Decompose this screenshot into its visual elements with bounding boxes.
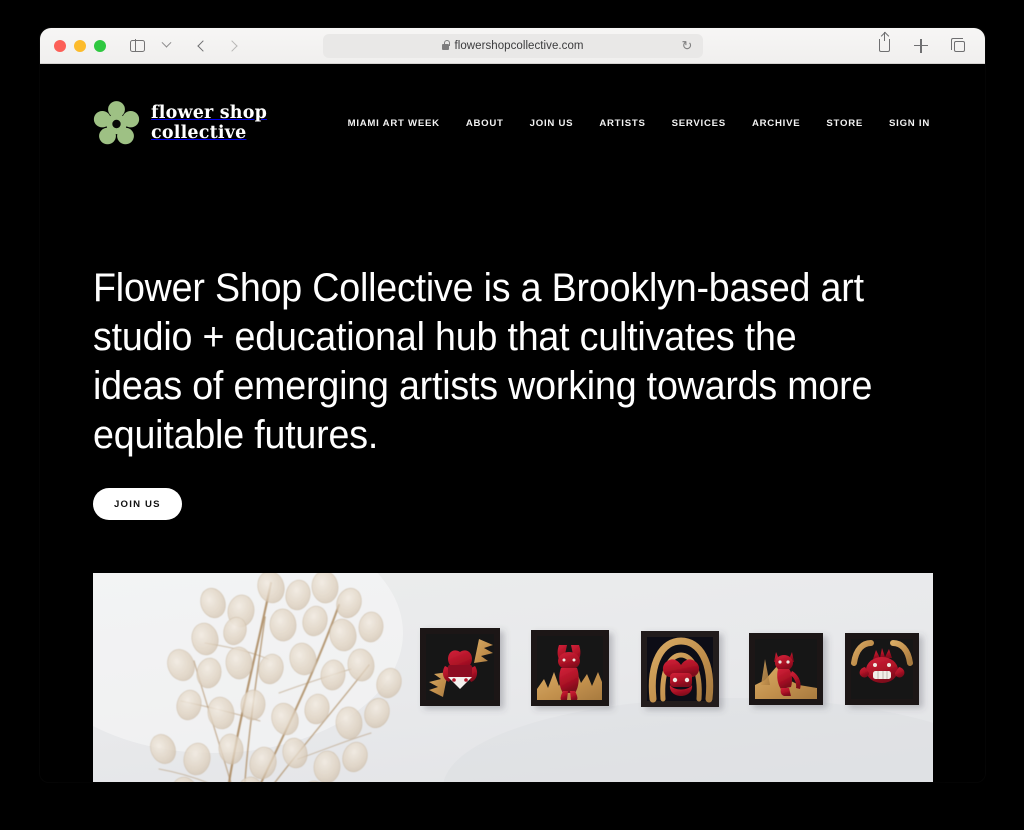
nav-item-miami-art-week[interactable]: MIAMI ART WEEK (348, 118, 440, 129)
back-button[interactable] (190, 34, 216, 58)
artwork-2 (531, 630, 609, 706)
logo-line-2: collective (151, 123, 247, 143)
forward-button[interactable] (219, 34, 245, 58)
new-tab-button[interactable] (908, 34, 934, 58)
browser-window: flowershopcollective.com ↻ flower shop c… (40, 28, 985, 782)
hero-image (93, 573, 933, 782)
minimize-window-button[interactable] (74, 39, 86, 52)
logo-line-1: flower shop (151, 102, 268, 123)
lock-icon (442, 40, 451, 50)
artwork-3 (641, 631, 719, 707)
join-us-button[interactable]: JOIN US (93, 488, 182, 520)
share-button[interactable] (871, 32, 897, 58)
close-window-button[interactable] (54, 39, 66, 52)
browser-toolbar: flowershopcollective.com ↻ (40, 28, 985, 64)
nav-item-sign-in[interactable]: SIGN IN (889, 118, 930, 129)
nav-item-store[interactable]: STORE (826, 118, 863, 129)
nav-item-about[interactable]: ABOUT (466, 118, 504, 129)
gallery-wall-illustration (93, 573, 933, 782)
chevron-left-icon (197, 39, 209, 52)
main-navigation: MIAMI ART WEEK ABOUT JOIN US ARTISTS SER… (348, 118, 930, 129)
share-icon (878, 32, 890, 52)
nav-item-artists[interactable]: ARTISTS (599, 118, 645, 129)
maximize-window-button[interactable] (94, 39, 106, 52)
address-bar[interactable]: flowershopcollective.com ↻ (323, 34, 703, 58)
copy-tabs-icon (951, 38, 965, 52)
chevron-down-icon (161, 37, 171, 48)
site-logo[interactable]: flower shop collective (93, 100, 267, 147)
tab-overview-button[interactable] (945, 34, 971, 58)
web-page-content: flower shop collective MIAMI ART WEEK AB… (40, 64, 985, 782)
plus-icon (914, 38, 928, 53)
artwork-1 (420, 628, 500, 706)
desktop-backdrop: flowershopcollective.com ↻ flower shop c… (0, 0, 1024, 830)
url-text: flowershopcollective.com (454, 40, 584, 52)
sidebar-toggle-button[interactable] (124, 34, 150, 58)
artwork-4 (749, 633, 823, 705)
reload-button[interactable]: ↻ (679, 38, 695, 54)
nav-item-join-us[interactable]: JOIN US (530, 118, 574, 129)
tab-group-menu-button[interactable] (153, 34, 179, 58)
window-controls (54, 39, 106, 52)
navigation-controls (124, 34, 245, 58)
nav-item-services[interactable]: SERVICES (672, 118, 726, 129)
toolbar-actions (871, 32, 971, 58)
artwork-5 (845, 633, 919, 705)
flower-icon (93, 100, 140, 144)
logo-wordmark: flower shop collective (151, 103, 267, 144)
nav-item-archive[interactable]: ARCHIVE (752, 118, 800, 129)
chevron-right-icon (226, 39, 238, 52)
site-header: flower shop collective MIAMI ART WEEK AB… (40, 64, 985, 182)
hero-section: Flower Shop Collective is a Brooklyn-bas… (93, 264, 930, 520)
hero-headline: Flower Shop Collective is a Brooklyn-bas… (93, 266, 873, 457)
sidebar-icon (129, 39, 145, 52)
